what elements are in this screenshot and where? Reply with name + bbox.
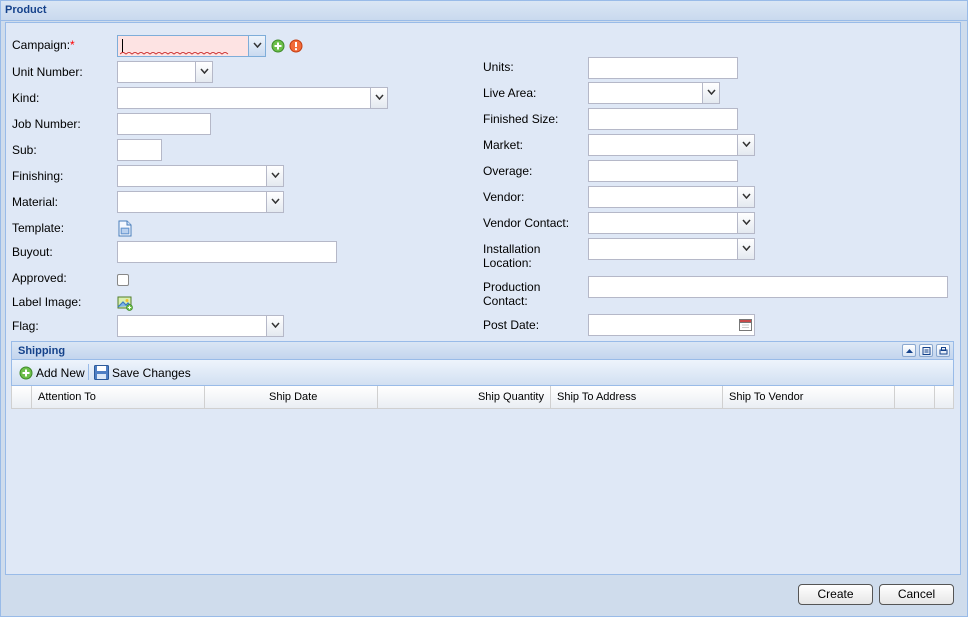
kind-combo[interactable] [117, 87, 388, 109]
vendor-contact-combo[interactable] [588, 212, 755, 234]
units-field[interactable] [588, 57, 738, 79]
unit-number-label: Unit Number: [12, 65, 83, 79]
label-image-icon[interactable] [117, 295, 133, 311]
collapse-panel-button[interactable] [902, 344, 916, 357]
add-campaign-icon[interactable] [271, 39, 285, 53]
installation-location-combo[interactable] [588, 238, 755, 260]
unit-number-combo[interactable] [117, 61, 213, 83]
job-number-field[interactable] [117, 113, 211, 135]
required-marker: * [70, 38, 75, 52]
kind-dropdown-trigger[interactable] [370, 88, 387, 108]
approved-checkbox[interactable] [117, 274, 129, 286]
finished-size-field[interactable] [588, 108, 738, 130]
installation-location-dropdown-trigger[interactable] [737, 239, 754, 259]
campaign-combo[interactable] [117, 35, 266, 57]
overage-label: Overage: [483, 164, 533, 178]
vendor-label: Vendor: [483, 190, 525, 204]
overage-field[interactable] [588, 160, 738, 182]
template-label: Template: [12, 221, 65, 235]
sub-field[interactable] [117, 139, 162, 161]
market-label: Market: [483, 138, 524, 152]
live-area-label: Live Area: [483, 86, 537, 100]
product-window: Product Campaign:* Unit Number: Kind: Jo… [0, 0, 968, 617]
finished-size-label: Finished Size: [483, 112, 559, 126]
campaign-dropdown-trigger[interactable] [248, 36, 265, 56]
post-date-label: Post Date: [483, 318, 540, 332]
template-document-icon[interactable] [117, 220, 133, 237]
save-disk-icon [94, 365, 109, 380]
vendor-contact-label: Vendor Contact: [483, 216, 570, 230]
save-changes-button[interactable]: Save Changes [94, 363, 191, 383]
post-date-field[interactable] [588, 314, 755, 336]
calendar-icon[interactable] [739, 318, 752, 331]
save-changes-label: Save Changes [112, 366, 191, 380]
cancel-button[interactable]: Cancel [879, 584, 954, 605]
production-contact-label-line1: Production [483, 280, 541, 294]
shipping-title: Shipping [18, 345, 66, 357]
window-title: Product [5, 4, 47, 16]
installation-location-label-line1: Installation [483, 242, 541, 256]
vendor-dropdown-trigger[interactable] [737, 187, 754, 207]
buyout-field[interactable] [117, 241, 337, 263]
live-area-dropdown-trigger[interactable] [702, 83, 719, 103]
production-contact-label-line2: Contact: [483, 294, 528, 308]
finishing-combo[interactable] [117, 165, 284, 187]
column-scroll-spacer [935, 386, 954, 408]
vendor-contact-dropdown-trigger[interactable] [737, 213, 754, 233]
shipping-toolbar: Add New Save Changes [11, 360, 954, 386]
column-ship-quantity[interactable]: Ship Quantity [378, 386, 551, 408]
production-contact-field[interactable] [588, 276, 948, 298]
flag-combo[interactable] [117, 315, 284, 337]
column-actions [895, 386, 935, 408]
invalid-underline [120, 52, 229, 55]
buyout-label: Buyout: [12, 245, 53, 259]
shipping-grid-body [11, 409, 954, 571]
material-label: Material: [12, 195, 59, 209]
job-number-label: Job Number: [12, 117, 81, 131]
units-label: Units: [483, 60, 514, 74]
label-image-label: Label Image: [12, 295, 82, 309]
error-icon [289, 39, 303, 53]
finishing-dropdown-trigger[interactable] [266, 166, 283, 186]
column-ship-to-vendor[interactable]: Ship To Vendor [723, 386, 895, 408]
finishing-label: Finishing: [12, 169, 64, 183]
print-panel-button[interactable] [936, 344, 950, 357]
add-icon [19, 366, 33, 380]
shipping-grid-header: Attention To Ship Date Ship Quantity Shi… [11, 386, 954, 409]
window-title-bar: Product [1, 1, 967, 21]
column-attention-to[interactable]: Attention To [32, 386, 205, 408]
toolbar-separator [88, 364, 89, 380]
market-combo[interactable] [588, 134, 755, 156]
add-new-label: Add New [36, 366, 85, 380]
shipping-panel: Shipping Add New Save Changes Attention … [11, 341, 954, 571]
material-dropdown-trigger[interactable] [266, 192, 283, 212]
add-new-button[interactable]: Add New [19, 363, 85, 383]
create-button[interactable]: Create [798, 584, 873, 605]
approved-label: Approved: [12, 271, 67, 285]
vendor-combo[interactable] [588, 186, 755, 208]
unit-number-dropdown-trigger[interactable] [195, 62, 212, 82]
export-panel-button[interactable] [919, 344, 933, 357]
column-ship-date[interactable]: Ship Date [205, 386, 378, 408]
flag-dropdown-trigger[interactable] [266, 316, 283, 336]
text-cursor [122, 39, 123, 53]
live-area-combo[interactable] [588, 82, 720, 104]
installation-location-label-line2: Location: [483, 256, 532, 270]
sub-label: Sub: [12, 143, 37, 157]
row-numberer-column [12, 386, 32, 408]
shipping-panel-header: Shipping [11, 341, 954, 360]
column-ship-to-address[interactable]: Ship To Address [551, 386, 723, 408]
flag-label: Flag: [12, 319, 39, 333]
kind-label: Kind: [12, 91, 40, 105]
material-combo[interactable] [117, 191, 284, 213]
campaign-label: Campaign:* [12, 38, 75, 52]
market-dropdown-trigger[interactable] [737, 135, 754, 155]
